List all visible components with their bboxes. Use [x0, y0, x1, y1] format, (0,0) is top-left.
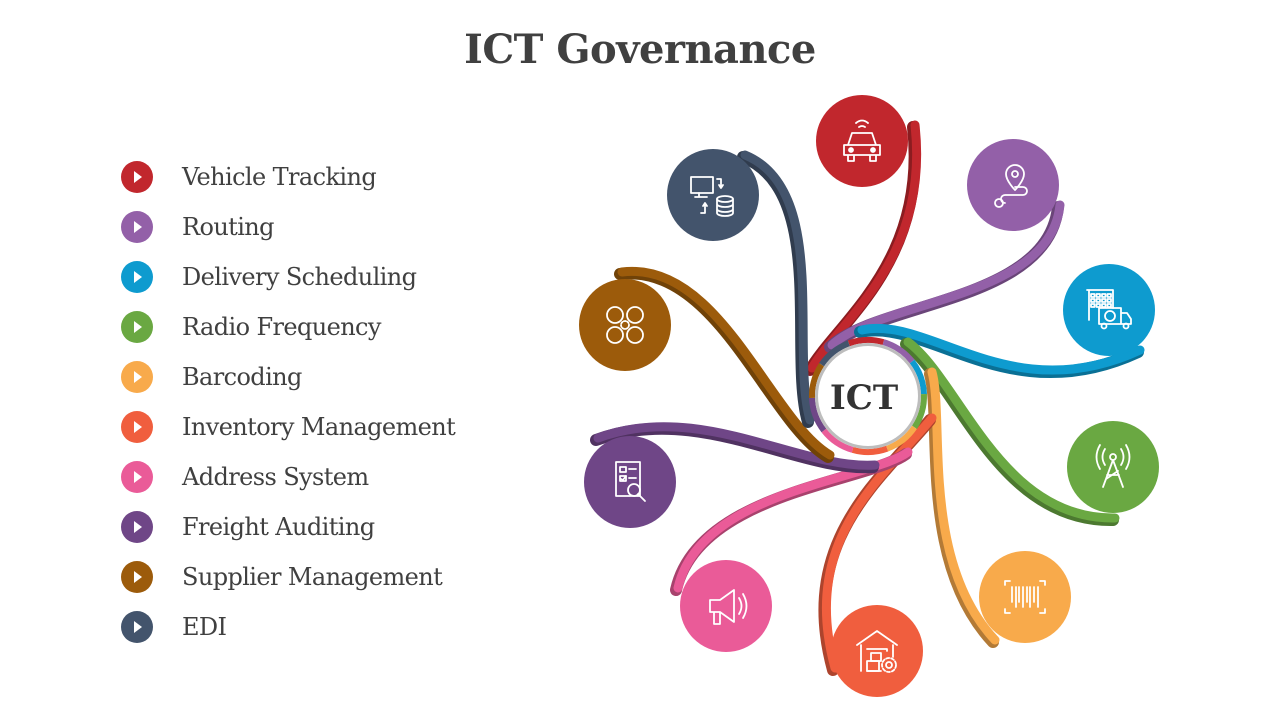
- node-circle: [680, 560, 772, 652]
- ict-swirl-diagram: ICT: [579, 95, 1159, 697]
- node-circle: [979, 551, 1071, 643]
- node-circle: [584, 436, 676, 528]
- node-circle: [1063, 264, 1155, 356]
- node-vehicle-tracking: [816, 95, 908, 187]
- ring-segment-5: [851, 445, 889, 455]
- node-supplier-management: [579, 279, 671, 371]
- node-routing: [967, 139, 1059, 231]
- node-circle: [967, 139, 1059, 231]
- node-circle: [667, 149, 759, 241]
- center-label: ICT: [830, 378, 898, 418]
- node-circle: [1067, 421, 1159, 513]
- node-circle: [816, 95, 908, 187]
- node-delivery-scheduling: [1063, 264, 1155, 356]
- node-radio-frequency: [1067, 421, 1159, 513]
- node-edi: [667, 149, 759, 241]
- node-inventory-management: [831, 605, 923, 697]
- node-circle: [579, 279, 671, 371]
- node-freight-auditing: [584, 436, 676, 528]
- node-barcoding: [979, 551, 1071, 643]
- ring-segment-0: [847, 337, 885, 347]
- node-address-system: [680, 560, 772, 652]
- node-circle: [831, 605, 923, 697]
